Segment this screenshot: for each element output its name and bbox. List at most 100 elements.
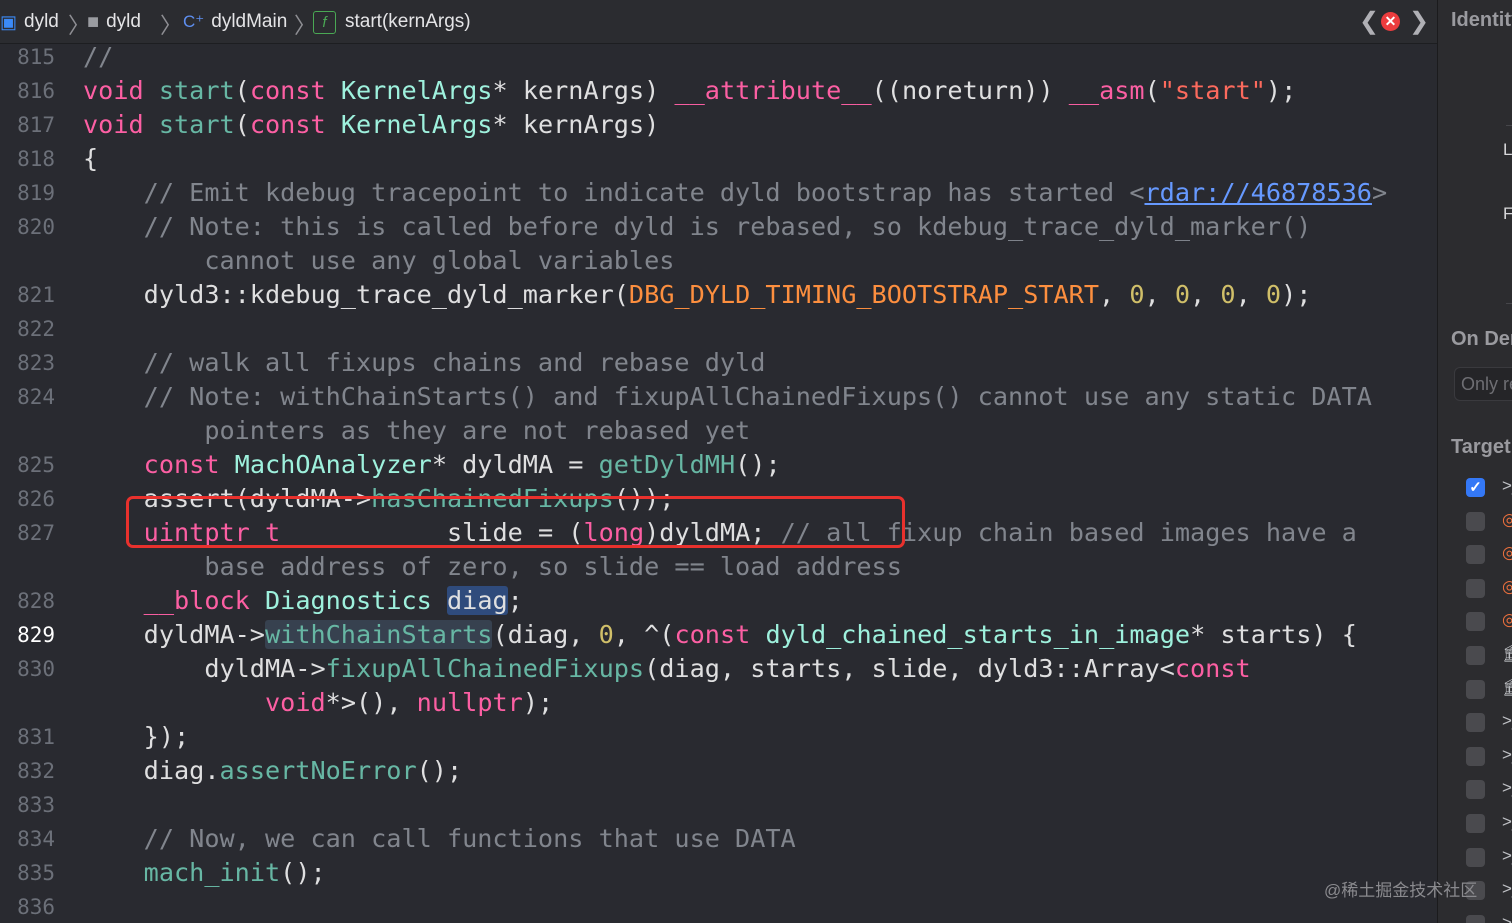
code-token: dyld3::kdebug_trace_dyld_marker( <box>83 280 629 309</box>
divider <box>1506 125 1512 126</box>
code-line[interactable]: pointers as they are not rebased yet <box>83 414 750 448</box>
code-token: * starts) { <box>1190 620 1357 649</box>
code-token: (); <box>416 756 463 785</box>
terminal-icon: >_ <box>1502 879 1512 899</box>
code-token: MachOAnalyzer <box>234 450 432 479</box>
code-line[interactable]: // walk all fixups chains and rebase dyl… <box>83 346 766 380</box>
code-token: (); <box>280 858 326 887</box>
code-line[interactable]: void start(const KernelArgs* kernArgs) <box>83 108 659 142</box>
divider <box>1506 303 1512 304</box>
target-checkbox[interactable] <box>1466 847 1485 867</box>
line-number: 822 <box>17 317 55 341</box>
code-token: const <box>674 620 766 649</box>
code-token: { <box>83 144 99 173</box>
code-line[interactable]: const MachOAnalyzer* dyldMA = getDyldMH(… <box>83 448 781 482</box>
project-icon: ▣ <box>0 11 18 32</box>
target-checkbox[interactable] <box>1466 646 1485 665</box>
line-number: 831 <box>17 725 55 749</box>
target-checkbox[interactable] <box>1466 780 1485 800</box>
line-number: 816 <box>17 79 55 103</box>
target-checkbox[interactable] <box>1466 679 1485 699</box>
on-demand-heading: On Demand <box>1451 328 1512 350</box>
terminal-icon: >_ <box>1502 476 1512 495</box>
breadcrumb-label: dyld <box>106 11 141 32</box>
breadcrumb-item-function[interactable]: f start(kernArgs) <box>313 0 471 44</box>
line-number: 836 <box>17 895 55 919</box>
code-token: * dyldMA = <box>431 450 599 479</box>
code-token: dyldMA-> <box>83 654 326 683</box>
code-line[interactable]: dyldMA->withChainStarts(diag, 0, ^(const… <box>83 618 1357 652</box>
line-number: 817 <box>17 113 55 137</box>
code-token: 0 <box>598 620 614 649</box>
previous-issue-icon[interactable]: ❮ <box>1359 7 1379 36</box>
code-token: __asm <box>1068 76 1145 105</box>
target-checkbox[interactable] <box>1466 578 1485 598</box>
code-token: // Note: this is called before dyld is r… <box>83 212 1312 241</box>
code-token: ((noreturn)) <box>871 76 1069 105</box>
target-checkbox[interactable] <box>1466 914 1485 923</box>
code-line[interactable]: // Note: this is called before dyld is r… <box>83 210 1312 244</box>
code-token: dyld_chained_starts_in_image <box>765 620 1191 649</box>
code-token: const <box>1174 654 1251 683</box>
line-number: 819 <box>17 181 55 205</box>
code-line[interactable]: dyldMA->fixupAllChainedFixups(diag, star… <box>83 652 1251 686</box>
next-issue-icon[interactable]: ❯ <box>1409 7 1429 36</box>
code-token: "start" <box>1159 76 1266 105</box>
breadcrumb-item-folder[interactable]: ■ dyld <box>87 0 141 44</box>
code-line[interactable]: cannot use any global variables <box>83 244 674 278</box>
code-line[interactable]: // Note: withChainStarts() and fixupAllC… <box>83 380 1372 414</box>
line-number: 829 <box>17 623 55 647</box>
target-checkbox[interactable] <box>1466 814 1485 833</box>
code-line[interactable]: mach_init(); <box>83 856 326 890</box>
target-checkbox[interactable] <box>1466 545 1485 565</box>
code-token: void <box>264 688 326 717</box>
target-checkbox[interactable] <box>1466 511 1485 531</box>
code-token: withChainStarts <box>264 620 493 649</box>
code-token: ( <box>1144 76 1160 105</box>
code-line[interactable]: dyld3::kdebug_trace_dyld_marker(DBG_DYLD… <box>83 278 1312 312</box>
on-demand-tags-field[interactable]: Only resources <box>1454 367 1512 401</box>
code-line[interactable]: base address of zero, so slide == load a… <box>83 550 902 584</box>
code-line[interactable]: // Emit kdebug tracepoint to indicate dy… <box>83 176 1387 210</box>
code-token: // <box>83 44 114 71</box>
code-token: , <box>1099 280 1130 309</box>
code-token: assertNoError <box>219 756 417 785</box>
terminal-icon: >_ <box>1502 812 1512 831</box>
code-line[interactable]: // Now, we can call functions that use D… <box>83 822 796 856</box>
terminal-icon: >_ <box>1502 845 1512 865</box>
code-token: , <box>1144 280 1175 309</box>
code-token: start <box>158 110 235 139</box>
line-number: 818 <box>17 147 55 171</box>
target-checkbox[interactable] <box>1466 746 1485 766</box>
code-token: const <box>143 450 235 479</box>
target-checkbox[interactable] <box>1466 612 1485 632</box>
code-line[interactable]: }); <box>83 720 190 754</box>
code-line[interactable]: { <box>83 142 98 176</box>
code-token: > <box>1371 178 1388 207</box>
identity-heading: Identity <box>1451 9 1512 31</box>
code-token: fixupAllChainedFixups <box>325 654 645 683</box>
code-token: KernelArgs <box>340 110 493 139</box>
error-icon[interactable]: ✕ <box>1381 12 1400 31</box>
code-token: *>(), <box>325 688 417 717</box>
watermark: @稀土掘金技术社区 <box>1324 881 1478 900</box>
target-icon: ◎ <box>1502 510 1512 530</box>
target-checkbox[interactable]: ✓ <box>1466 478 1485 497</box>
breadcrumb-item-file[interactable]: C⁺ dyldMain <box>183 0 287 44</box>
code-line[interactable]: void*>(), nullptr); <box>83 686 553 720</box>
code-editor[interactable]: 815 816 817 818 819 820 821 822 823 824 825 826 827 8… <box>0 44 1437 923</box>
code-token: , <box>1190 280 1221 309</box>
target-checkbox[interactable] <box>1466 713 1485 733</box>
code-token: cannot use any global variables <box>83 246 675 275</box>
code-line[interactable]: // <box>83 44 113 74</box>
code-line[interactable]: diag.assertNoError(); <box>83 754 462 788</box>
code-token: nullptr <box>416 688 523 717</box>
code-line[interactable]: __block Diagnostics diag; <box>83 584 523 618</box>
library-icon: 🏛 <box>1502 644 1512 664</box>
code-token: start <box>158 76 235 105</box>
code-line[interactable]: void start(const KernelArgs* kernArgs) _… <box>83 74 1296 108</box>
line-number: 827 <box>17 521 55 545</box>
breadcrumb-item-project[interactable]: ▣ dyld <box>0 0 59 44</box>
